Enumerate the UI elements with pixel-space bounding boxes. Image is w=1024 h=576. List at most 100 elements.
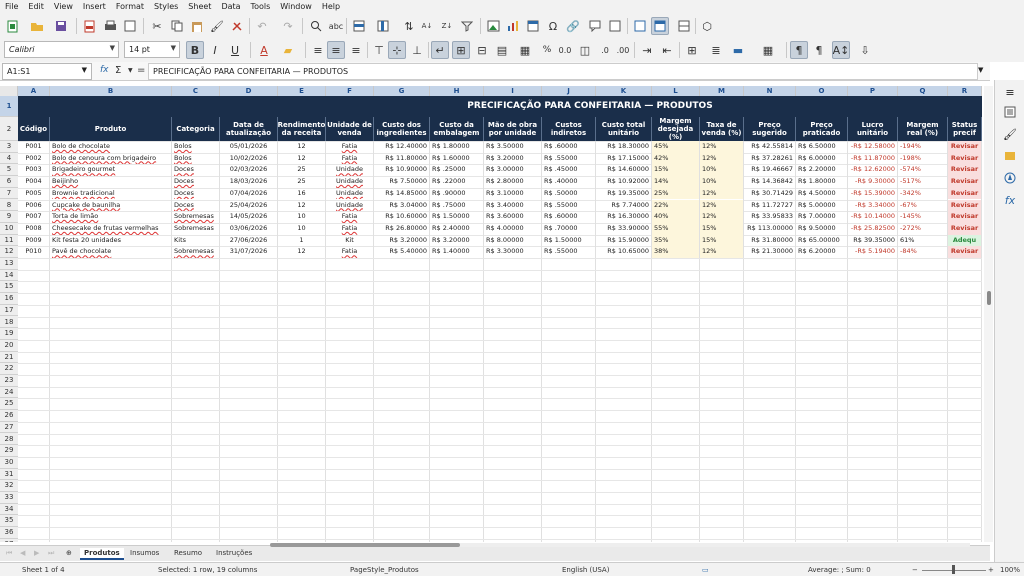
menu-format[interactable]: Format (111, 0, 149, 11)
menu-edit[interactable]: Edit (23, 0, 49, 11)
add-decimal-icon[interactable]: .0 (596, 41, 614, 59)
table-cell[interactable]: R$ 5.40000 (374, 246, 430, 258)
table-cell[interactable]: R$ 4.00000 (484, 222, 542, 235)
row-header[interactable]: 6 (0, 176, 18, 188)
table-cell[interactable]: P009 (18, 234, 50, 247)
table-cell[interactable]: Pavê de chocolate (50, 246, 172, 258)
table-cell[interactable]: Unidade (326, 187, 374, 200)
row-header[interactable]: 30 (0, 457, 18, 469)
copy-icon[interactable] (168, 17, 186, 35)
table-cell[interactable]: 18/03/2026 (220, 176, 278, 188)
table-cell[interactable]: 40% (652, 211, 700, 223)
column-header[interactable]: J (542, 86, 596, 96)
row-header[interactable]: 1 (0, 96, 18, 117)
menu-help[interactable]: Help (317, 0, 345, 11)
column-header[interactable]: N (744, 86, 796, 96)
table-cell[interactable]: 38% (652, 246, 700, 258)
table-cell[interactable]: Brigadeiro gourmet (50, 164, 172, 177)
column-title[interactable]: Preço praticado (796, 117, 848, 141)
table-cell[interactable]: 25/04/2026 (220, 199, 278, 212)
spelling-icon[interactable]: abc (327, 17, 345, 35)
expand-formula-icon[interactable]: ▼ (978, 66, 983, 74)
column-header[interactable]: Q (898, 86, 948, 96)
table-cell[interactable]: Unidade (326, 176, 374, 188)
table-cell[interactable]: R$ 7.00000 (796, 211, 848, 223)
table-cell[interactable]: R$ 10.90000 (374, 164, 430, 177)
table-cell[interactable]: 07/04/2026 (220, 187, 278, 200)
column-title[interactable]: Status precif (948, 117, 982, 141)
table-cell[interactable]: -517% (898, 176, 948, 188)
column-title[interactable]: Custos indiretos (542, 117, 596, 141)
table-cell[interactable]: -R$ 11.87000 (848, 152, 898, 165)
tab-nav-first-icon[interactable]: ⏮ (2, 548, 16, 559)
table-cell[interactable]: R$ 15.90000 (596, 234, 652, 247)
zoom-out-icon[interactable]: − (912, 566, 918, 574)
table-cell[interactable]: -R$ 10.14000 (848, 211, 898, 223)
table-cell[interactable]: Doces (172, 164, 220, 177)
headers-footers-icon[interactable] (606, 17, 624, 35)
column-header[interactable]: B (50, 86, 172, 96)
number-format-icon[interactable]: ▦ (516, 41, 534, 59)
table-cell[interactable]: R$ 33.90000 (596, 222, 652, 235)
table-cell[interactable]: 10% (700, 164, 744, 177)
scrollbar-thumb[interactable] (987, 291, 991, 305)
table-cell[interactable]: Doces (172, 176, 220, 188)
table-cell[interactable]: 61% (898, 234, 948, 247)
comment-icon[interactable] (586, 17, 604, 35)
table-cell[interactable]: Fatia (326, 141, 374, 153)
table-cell[interactable]: -574% (898, 164, 948, 177)
selection-mode-icon[interactable]: ▭ (702, 566, 709, 574)
table-cell[interactable]: 25% (652, 187, 700, 200)
table-cell[interactable]: R$ 11.80000 (374, 152, 430, 165)
row-header[interactable]: 34 (0, 504, 18, 516)
table-cell[interactable]: 15% (700, 222, 744, 235)
sum-icon[interactable]: Σ (115, 65, 121, 76)
table-cell[interactable]: 35% (652, 234, 700, 247)
select-all-corner[interactable] (0, 86, 18, 96)
row-header[interactable]: 24 (0, 387, 18, 399)
table-cell[interactable]: R$ 39.35000 (848, 234, 898, 247)
gallery-icon[interactable] (1002, 148, 1018, 164)
clear-formatting-icon[interactable] (228, 17, 246, 35)
shapes-icon[interactable]: ⬡ (698, 17, 716, 35)
table-cell[interactable]: R$ 1.50000 (430, 211, 484, 223)
table-cell[interactable]: 31/07/2026 (220, 246, 278, 258)
column-title[interactable]: Margem desejada (%) (652, 117, 700, 141)
menu-window[interactable]: Window (275, 0, 317, 11)
row-header[interactable]: 26 (0, 410, 18, 422)
table-cell[interactable]: R$ 1.80000 (796, 176, 848, 188)
table-cell[interactable]: 12% (700, 199, 744, 212)
table-cell[interactable]: R$ .22000 (430, 176, 484, 188)
table-cell[interactable]: 10/02/2026 (220, 152, 278, 165)
table-cell[interactable]: Bolo de chocolate (50, 141, 172, 153)
table-cell[interactable]: Revisar (948, 164, 982, 177)
table-cell[interactable]: Fatia (326, 152, 374, 165)
tab-instrucoes[interactable]: Instruções (212, 548, 256, 558)
table-cell[interactable]: R$ .75000 (430, 199, 484, 212)
scrollbar-thumb[interactable] (270, 543, 460, 547)
table-cell[interactable]: Sobremesas (172, 246, 220, 258)
table-cell[interactable]: R$ 3.20000 (374, 234, 430, 247)
table-cell[interactable]: R$ 14.85000 (374, 187, 430, 200)
spreadsheet-grid[interactable]: PRECIFICAÇÃO PARA CONFEITARIA — PRODUTOS… (18, 96, 982, 542)
row-header[interactable]: 16 (0, 293, 18, 305)
table-cell[interactable]: 25 (278, 176, 326, 188)
table-cell[interactable]: R$ 6.50000 (796, 141, 848, 153)
table-cell[interactable]: 14% (652, 176, 700, 188)
table-cell[interactable]: -R$ 12.62000 (848, 164, 898, 177)
table-cell[interactable]: -R$ 9.30000 (848, 176, 898, 188)
table-cell[interactable]: P005 (18, 187, 50, 200)
table-cell[interactable]: -84% (898, 246, 948, 258)
column-header[interactable]: H (430, 86, 484, 96)
table-cell[interactable]: Cupcake de baunilha (50, 199, 172, 212)
new-document-icon[interactable] (4, 17, 22, 35)
table-cell[interactable]: R$ 3.60000 (484, 211, 542, 223)
table-cell[interactable]: Unidade (326, 164, 374, 177)
table-cell[interactable]: R$ 1.50000 (542, 234, 596, 247)
row-insert-icon[interactable]: ▤ (493, 41, 511, 59)
align-bottom-icon[interactable]: ⊥ (408, 41, 426, 59)
pivot-table-icon[interactable] (524, 17, 542, 35)
row-header[interactable]: 28 (0, 434, 18, 446)
table-cell[interactable]: P004 (18, 176, 50, 188)
table-cell[interactable]: 15% (700, 234, 744, 247)
